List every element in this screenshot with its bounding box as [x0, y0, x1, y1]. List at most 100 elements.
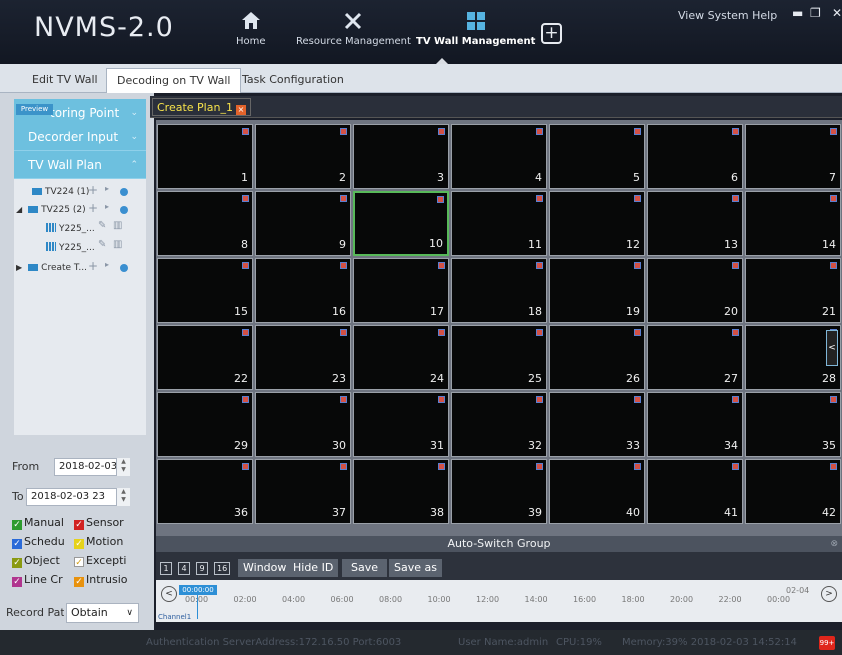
record-type-line-crossing[interactable]: ✓ Line Cr: [12, 573, 63, 587]
plan-tab-create-plan-1[interactable]: Create Plan_1 ×: [152, 98, 251, 116]
restore-icon[interactable]: ❐: [810, 6, 821, 20]
nav-home[interactable]: Home: [236, 10, 266, 47]
accordion-tv-wall-plan[interactable]: TV Wall Plan ⌃: [14, 151, 146, 179]
layout-16-button[interactable]: 16: [214, 562, 231, 575]
wall-screen[interactable]: 1: [157, 124, 253, 189]
to-date-spinner[interactable]: ▲ ▼: [116, 488, 130, 506]
record-type-intrusion[interactable]: ✓ Intrusio: [74, 573, 128, 587]
tree-item-plan-1[interactable]: Y225_...: [46, 220, 95, 238]
tree-item-tv225[interactable]: ◢ TV225 (2): [16, 201, 86, 219]
playback-timeline[interactable]: < > 00:00:00 02-04 Channel1 00:00 02:00 04…: [156, 580, 842, 622]
wall-screen[interactable]: 38: [353, 459, 449, 524]
layout-1-button[interactable]: 1: [160, 562, 172, 575]
add-icon[interactable]: +: [88, 259, 98, 273]
wall-screen[interactable]: 32: [451, 392, 547, 457]
wall-screen[interactable]: 14: [745, 191, 841, 256]
layout-9-button[interactable]: 9: [196, 562, 208, 575]
auto-switch-group-bar[interactable]: Auto-Switch Group ⊗: [156, 536, 842, 552]
wall-screen[interactable]: 21: [745, 258, 841, 323]
tab-edit-tv-wall[interactable]: Edit TV Wall: [22, 68, 108, 93]
wall-screen[interactable]: 15: [157, 258, 253, 323]
nav-resource-management[interactable]: Resource Management: [296, 10, 411, 47]
wall-screen[interactable]: 17: [353, 258, 449, 323]
save-as-button[interactable]: Save as: [389, 559, 442, 577]
wall-screen[interactable]: 39: [451, 459, 547, 524]
expand-icon[interactable]: ◢: [16, 205, 22, 214]
record-type-motion[interactable]: ✓ Motion: [74, 535, 123, 549]
hide-id-button[interactable]: Hide ID: [288, 559, 339, 577]
wall-screen[interactable]: 5: [549, 124, 645, 189]
record-type-sensor[interactable]: ✓ Sensor: [74, 516, 124, 530]
tree-item-plan-2[interactable]: Y225_...: [46, 239, 95, 257]
tree-item-create-t[interactable]: ▶ Create T...: [16, 259, 87, 277]
wall-screen[interactable]: 24: [353, 325, 449, 390]
record-path-select[interactable]: Obtain ∨: [66, 603, 139, 623]
tab-task-configuration[interactable]: Task Configuration: [232, 68, 354, 93]
tab-decoding-on-tv-wall[interactable]: Decoding on TV Wall: [106, 68, 242, 93]
from-date-spinner[interactable]: ▲ ▼: [116, 458, 130, 476]
edit-icon[interactable]: ✎: [98, 220, 106, 231]
wall-screen[interactable]: 31: [353, 392, 449, 457]
record-type-schedule[interactable]: ✓ Schedu: [12, 535, 65, 549]
close-icon[interactable]: ✕: [832, 6, 842, 20]
wall-screen[interactable]: 16: [255, 258, 351, 323]
wall-screen[interactable]: 18: [451, 258, 547, 323]
play-icon[interactable]: ▸: [105, 202, 109, 211]
wall-screen[interactable]: 19: [549, 258, 645, 323]
timeline-prev-icon[interactable]: <: [161, 586, 177, 602]
play-icon[interactable]: ▸: [105, 184, 109, 193]
wall-screen[interactable]: 6: [647, 124, 743, 189]
record-type-object[interactable]: ✓ Object: [12, 554, 60, 568]
record-type-manual[interactable]: ✓ Manual: [12, 516, 64, 530]
minimize-icon[interactable]: ▬: [792, 6, 803, 20]
nav-tv-wall-management[interactable]: TV Wall Management: [416, 10, 535, 47]
wall-screen[interactable]: 41: [647, 459, 743, 524]
wall-screen[interactable]: 20: [647, 258, 743, 323]
wall-screen[interactable]: 9: [255, 191, 351, 256]
wall-screen[interactable]: 42: [745, 459, 841, 524]
wall-screen[interactable]: 26: [549, 325, 645, 390]
gear-icon[interactable]: [120, 264, 128, 272]
wall-screen[interactable]: 8: [157, 191, 253, 256]
record-type-exception[interactable]: ✓ Excepti: [74, 554, 126, 568]
wall-screen[interactable]: 13: [647, 191, 743, 256]
wall-screen[interactable]: 10: [353, 191, 449, 256]
top-menu-links[interactable]: View System Help: [678, 9, 777, 22]
close-icon[interactable]: ×: [235, 105, 246, 115]
play-icon[interactable]: ▸: [105, 260, 109, 269]
add-icon[interactable]: +: [88, 183, 98, 197]
wall-screen[interactable]: 12: [549, 191, 645, 256]
wall-screen[interactable]: 36: [157, 459, 253, 524]
wall-screen[interactable]: 4: [451, 124, 547, 189]
wall-screen[interactable]: 27: [647, 325, 743, 390]
close-icon[interactable]: ⊗: [830, 536, 838, 552]
wall-screen[interactable]: 37: [255, 459, 351, 524]
wall-screen[interactable]: 29: [157, 392, 253, 457]
wall-screen[interactable]: 34: [647, 392, 743, 457]
wall-screen[interactable]: 40: [549, 459, 645, 524]
wall-screen[interactable]: 35: [745, 392, 841, 457]
collapse-panel-tab[interactable]: <: [826, 330, 838, 366]
wall-screen[interactable]: 33: [549, 392, 645, 457]
plus-icon[interactable]: +: [541, 23, 562, 44]
wall-screen[interactable]: 11: [451, 191, 547, 256]
wall-screen[interactable]: 25: [451, 325, 547, 390]
accordion-decoder-input[interactable]: Decorder Input ⌄: [14, 123, 146, 151]
delete-icon[interactable]: ▥: [113, 239, 122, 250]
tree-item-tv224[interactable]: TV224 (1): [32, 183, 89, 201]
gear-icon[interactable]: [120, 188, 128, 196]
wall-screen[interactable]: 23: [255, 325, 351, 390]
delete-icon[interactable]: ▥: [113, 220, 122, 231]
wall-screen[interactable]: 3: [353, 124, 449, 189]
to-date-input[interactable]: 2018-02-03 23: [26, 488, 130, 506]
wall-screen[interactable]: 7: [745, 124, 841, 189]
timeline-next-icon[interactable]: >: [821, 586, 837, 602]
alarm-badge[interactable]: 99+: [819, 636, 835, 650]
window-button[interactable]: Window: [238, 559, 292, 577]
add-icon[interactable]: +: [88, 201, 98, 215]
gear-icon[interactable]: [120, 206, 128, 214]
edit-icon[interactable]: ✎: [98, 239, 106, 250]
wall-screen[interactable]: 30: [255, 392, 351, 457]
expand-icon[interactable]: ▶: [16, 263, 22, 272]
wall-screen[interactable]: 2: [255, 124, 351, 189]
